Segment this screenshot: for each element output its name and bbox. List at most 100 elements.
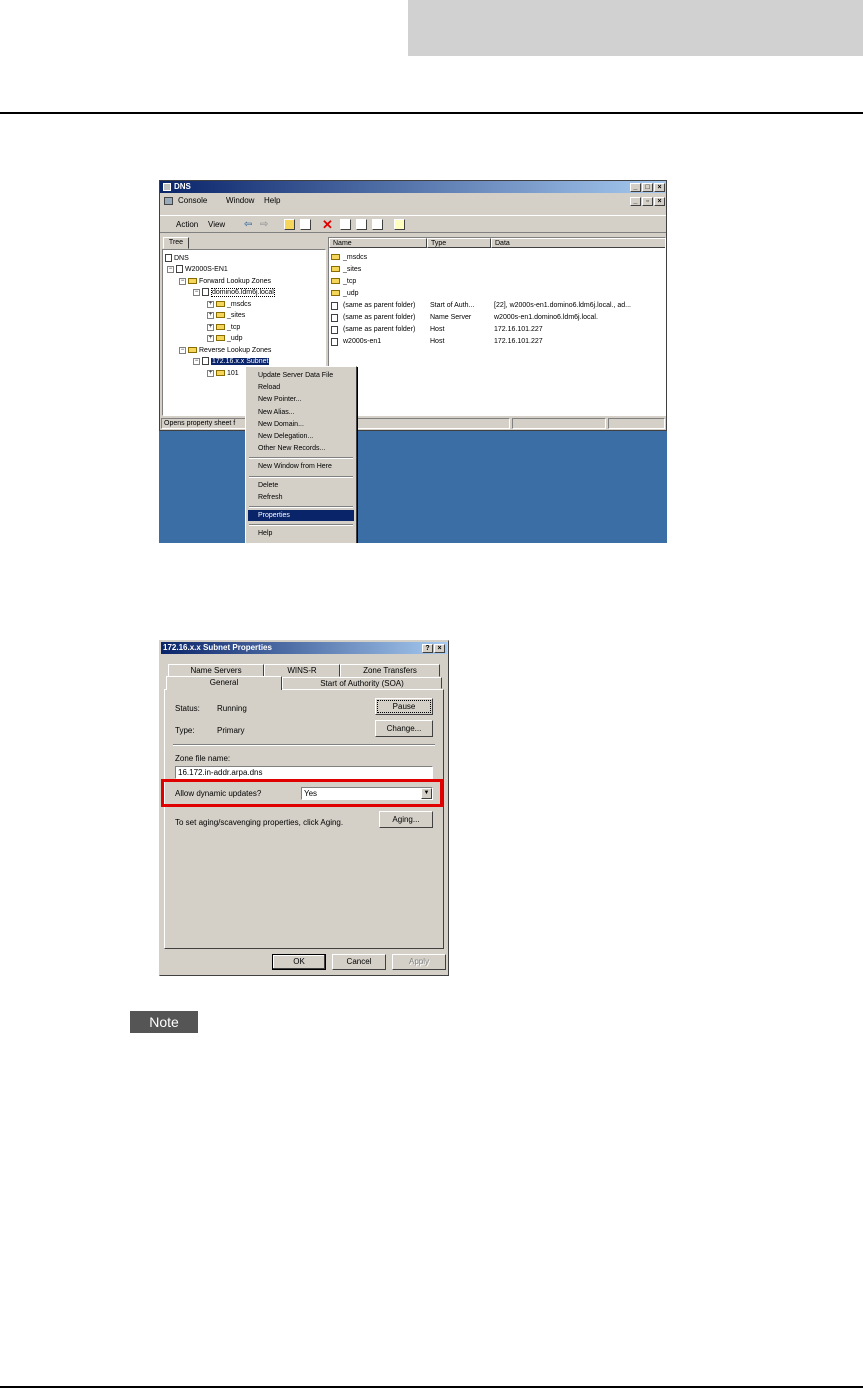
show-tree-icon[interactable]: [300, 219, 311, 230]
pause-button[interactable]: Pause: [375, 698, 433, 715]
child-close-icon[interactable]: ×: [654, 197, 665, 206]
tree-forward-zones[interactable]: − Forward Lookup Zones: [179, 277, 271, 286]
dns-titlebar: DNS _ □ ×: [160, 181, 666, 193]
properties-icon[interactable]: [340, 219, 351, 230]
status-value: Running: [217, 704, 247, 713]
ok-button[interactable]: OK: [272, 954, 326, 970]
refresh-icon[interactable]: [356, 219, 367, 230]
aging-button[interactable]: Aging...: [379, 811, 433, 828]
cancel-button[interactable]: Cancel: [332, 954, 386, 970]
header-rule: [0, 112, 863, 114]
forward-arrow-icon[interactable]: ⇨: [260, 216, 268, 234]
row-name: (same as parent folder): [343, 302, 416, 309]
child-restore-icon[interactable]: ▫: [642, 197, 653, 206]
menu-item-properties[interactable]: Properties: [248, 510, 354, 521]
delete-icon[interactable]: ✕: [322, 216, 333, 234]
change-button[interactable]: Change...: [375, 720, 433, 737]
menu-console[interactable]: Console: [178, 194, 207, 208]
row-type: Name Server: [430, 314, 472, 321]
menu-item[interactable]: Other New Records...: [258, 443, 325, 454]
toolbar-action[interactable]: Action: [176, 216, 198, 234]
up-folder-icon[interactable]: [284, 219, 295, 230]
dns-window: DNS _ □ × Console Window Help _ ▫ × Acti…: [159, 180, 667, 431]
menu-bar: Console Window Help _ ▫ ×: [160, 194, 666, 208]
table-row[interactable]: (same as parent folder) Start of Auth... […: [329, 300, 665, 311]
menu-item[interactable]: New Pointer...: [258, 394, 302, 405]
tab-zone-transfers[interactable]: Zone Transfers: [340, 664, 440, 677]
table-row[interactable]: _tcp: [329, 276, 665, 287]
dns-window-title: DNS: [174, 182, 191, 191]
collapse-icon[interactable]: −: [167, 265, 174, 273]
tree-tab[interactable]: Tree: [163, 237, 189, 249]
close-icon[interactable]: ×: [654, 183, 665, 192]
tree-reverse-zones[interactable]: − Reverse Lookup Zones: [179, 346, 271, 355]
expand-icon[interactable]: +: [207, 323, 214, 331]
menu-window[interactable]: Window: [226, 194, 254, 208]
menu-item[interactable]: New Domain...: [258, 419, 304, 430]
menu-item[interactable]: New Window from Here: [258, 461, 332, 472]
menu-separator: [249, 506, 353, 508]
expand-icon[interactable]: +: [207, 311, 214, 319]
child-minimize-icon[interactable]: _: [630, 197, 641, 206]
menu-item[interactable]: Update Server Data File: [258, 370, 333, 381]
tree-tcp[interactable]: + _tcp: [207, 323, 240, 332]
column-name[interactable]: Name: [329, 238, 427, 248]
maximize-icon[interactable]: □: [642, 183, 653, 192]
column-data[interactable]: Data: [491, 238, 665, 248]
tree-subnet[interactable]: −172.16.x.x Subnet: [193, 357, 270, 366]
tree-server[interactable]: − W2000S-EN1: [167, 265, 228, 274]
zone-file-label: Zone file name:: [175, 754, 231, 763]
list-pane[interactable]: Name Type Data _msdcs _sites _tcp _udp (same…: [328, 237, 666, 416]
zone-file-input[interactable]: 16.172.in-addr.arpa.dns: [175, 766, 433, 779]
row-type: Host: [430, 338, 445, 345]
export-list-icon[interactable]: [372, 219, 383, 230]
expand-icon[interactable]: +: [207, 334, 214, 342]
tree-msdcs[interactable]: + _msdcs: [207, 300, 251, 309]
tree-sites[interactable]: + _sites: [207, 311, 245, 320]
collapse-icon[interactable]: −: [179, 277, 186, 285]
back-arrow-icon[interactable]: ⇦: [244, 216, 252, 234]
menu-item[interactable]: New Delegation...: [258, 431, 313, 442]
row-data: [22], w2000s-en1.domino6.ldm6j.local., a…: [494, 302, 631, 309]
dns-screenshot: DNS _ □ × Console Window Help _ ▫ × Acti…: [159, 180, 667, 543]
table-row[interactable]: _msdcs: [329, 252, 665, 263]
table-row[interactable]: (same as parent folder) Host 172.16.101.22…: [329, 324, 665, 335]
menu-item[interactable]: Help: [258, 528, 272, 539]
menu-item[interactable]: Reload: [258, 382, 280, 393]
tab-general[interactable]: General: [166, 676, 282, 690]
tree-udp[interactable]: + _udp: [207, 334, 243, 343]
expand-icon[interactable]: +: [207, 300, 214, 308]
menu-item[interactable]: New Alias...: [258, 407, 295, 418]
minimize-icon[interactable]: _: [630, 183, 641, 192]
folder-icon: [188, 278, 197, 285]
expand-icon[interactable]: +: [207, 369, 214, 377]
column-type[interactable]: Type: [427, 238, 491, 248]
help-icon[interactable]: [394, 219, 405, 230]
record-icon: [331, 302, 338, 310]
row-data: 172.16.101.227: [494, 338, 543, 345]
collapse-icon[interactable]: −: [179, 346, 186, 354]
apply-button[interactable]: Apply: [392, 954, 446, 970]
tree-subnet-child[interactable]: +101: [207, 369, 239, 378]
tab-soa[interactable]: Start of Authority (SOA): [282, 677, 442, 689]
row-data: w2000s-en1.domino6.ldm6j.local.: [494, 314, 598, 321]
table-row[interactable]: _sites: [329, 264, 665, 275]
menu-help[interactable]: Help: [264, 194, 280, 208]
folder-icon: [331, 290, 340, 296]
close-icon[interactable]: ×: [434, 644, 445, 653]
console-icon: [164, 197, 173, 205]
menu-item[interactable]: Delete: [258, 480, 278, 491]
collapse-icon[interactable]: −: [193, 288, 200, 296]
table-row[interactable]: w2000s-en1 Host 172.16.101.227: [329, 336, 665, 347]
collapse-icon[interactable]: −: [193, 357, 200, 365]
tree-root[interactable]: DNS: [165, 254, 189, 263]
menu-separator: [249, 475, 353, 478]
table-row[interactable]: (same as parent folder) Name Server w2000s…: [329, 312, 665, 323]
menu-item[interactable]: Refresh: [258, 492, 283, 503]
zone-file-value: 16.172.in-addr.arpa.dns: [178, 768, 263, 777]
table-row[interactable]: _udp: [329, 288, 665, 299]
toolbar-view[interactable]: View: [208, 216, 225, 234]
menu-separator: [249, 524, 353, 527]
help-icon[interactable]: ?: [422, 644, 433, 653]
tree-zone[interactable]: − domino6.ldm6j.local: [193, 288, 275, 297]
